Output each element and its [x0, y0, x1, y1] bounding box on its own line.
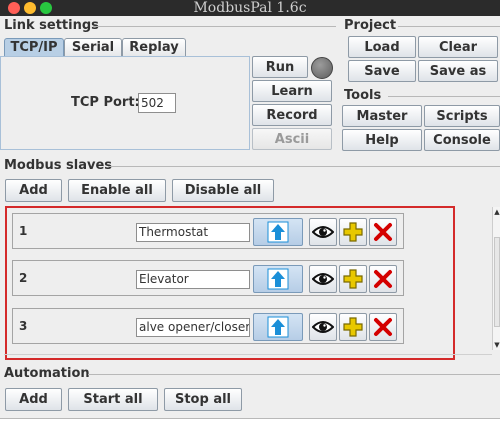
tab-replay[interactable]: Replay [122, 38, 186, 56]
slave-name-field[interactable]: Elevator [136, 270, 250, 289]
tools-divider [388, 96, 500, 97]
arrow-up-icon [267, 268, 289, 290]
console-button[interactable]: Console [424, 129, 500, 151]
master-button[interactable]: Master [342, 105, 422, 127]
scroll-thumb[interactable] [494, 237, 500, 327]
tools-title: Tools [344, 88, 382, 103]
load-button[interactable]: Load [348, 36, 416, 58]
disable-all-button[interactable]: Disable all [172, 179, 274, 202]
slaves-list: 1 Thermostat 2 Elevator 3 alve opener/cl… [5, 206, 455, 360]
title-bar: ModbusPal 1.6c [0, 0, 500, 16]
eye-icon [312, 226, 334, 238]
puzzle-icon [343, 269, 363, 289]
delete-x-icon [374, 270, 392, 288]
window-title: ModbusPal 1.6c [193, 0, 307, 16]
delete-slave-button[interactable] [369, 265, 397, 293]
slaves-scrollbar[interactable]: ▲ ▼ [492, 207, 500, 350]
enable-slave-button[interactable] [253, 313, 303, 341]
tab-serial[interactable]: Serial [64, 38, 122, 56]
help-button[interactable]: Help [342, 129, 422, 151]
slaves-bottom-divider [4, 354, 492, 355]
tab-tcp-ip[interactable]: TCP/IP [4, 38, 64, 56]
view-slave-button[interactable] [309, 218, 337, 246]
add-automation-button[interactable]: Add [5, 388, 62, 411]
save-button[interactable]: Save [348, 60, 416, 82]
slave-instances-button[interactable] [339, 265, 367, 293]
clear-button[interactable]: Clear [418, 36, 498, 58]
arrow-up-icon [267, 316, 289, 338]
save-as-button[interactable]: Save as [418, 60, 498, 82]
ascii-button[interactable]: Ascii [252, 128, 332, 150]
delete-x-icon [374, 223, 392, 241]
enable-slave-button[interactable] [253, 265, 303, 293]
view-slave-button[interactable] [309, 313, 337, 341]
puzzle-icon [343, 317, 363, 337]
automation-title: Automation [4, 366, 90, 381]
project-divider [398, 26, 500, 27]
eye-icon [312, 321, 334, 333]
puzzle-icon [343, 222, 363, 242]
slave-name-field[interactable]: alve opener/closer [136, 318, 250, 337]
automation-divider [88, 374, 500, 375]
slave-instances-button[interactable] [339, 218, 367, 246]
automation-list [0, 418, 500, 440]
delete-x-icon [374, 318, 392, 336]
tcp-port-label: TCP Port: [71, 95, 140, 110]
slave-id: 3 [19, 319, 28, 333]
slave-name-field[interactable]: Thermostat [136, 223, 250, 242]
modbus-slaves-divider [108, 166, 500, 167]
run-button[interactable]: Run [252, 56, 308, 78]
project-title: Project [344, 18, 397, 33]
stop-all-button[interactable]: Stop all [164, 388, 242, 411]
modbus-slaves-title: Modbus slaves [4, 158, 112, 173]
scroll-down-arrow-icon[interactable]: ▼ [493, 340, 500, 350]
record-button[interactable]: Record [252, 104, 332, 126]
slave-id: 1 [19, 224, 28, 238]
link-settings-divider [93, 26, 336, 27]
learn-button[interactable]: Learn [252, 80, 332, 102]
add-slave-button[interactable]: Add [5, 179, 62, 202]
run-status-indicator [311, 57, 333, 79]
slave-id: 2 [19, 271, 28, 285]
tcp-settings-panel: TCP Port: 502 [0, 56, 250, 150]
eye-icon [312, 273, 334, 285]
scroll-up-arrow-icon[interactable]: ▲ [493, 207, 500, 217]
link-settings-title: Link settings [4, 18, 99, 33]
slave-row: 3 alve opener/closer [12, 308, 404, 344]
slave-row: 2 Elevator [12, 260, 404, 296]
slave-row: 1 Thermostat [12, 213, 404, 249]
enable-slave-button[interactable] [253, 218, 303, 246]
tcp-port-input[interactable]: 502 [138, 93, 176, 113]
delete-slave-button[interactable] [369, 313, 397, 341]
view-slave-button[interactable] [309, 265, 337, 293]
arrow-up-icon [267, 221, 289, 243]
delete-slave-button[interactable] [369, 218, 397, 246]
slave-instances-button[interactable] [339, 313, 367, 341]
scripts-button[interactable]: Scripts [424, 105, 500, 127]
start-all-button[interactable]: Start all [68, 388, 158, 411]
enable-all-button[interactable]: Enable all [68, 179, 166, 202]
